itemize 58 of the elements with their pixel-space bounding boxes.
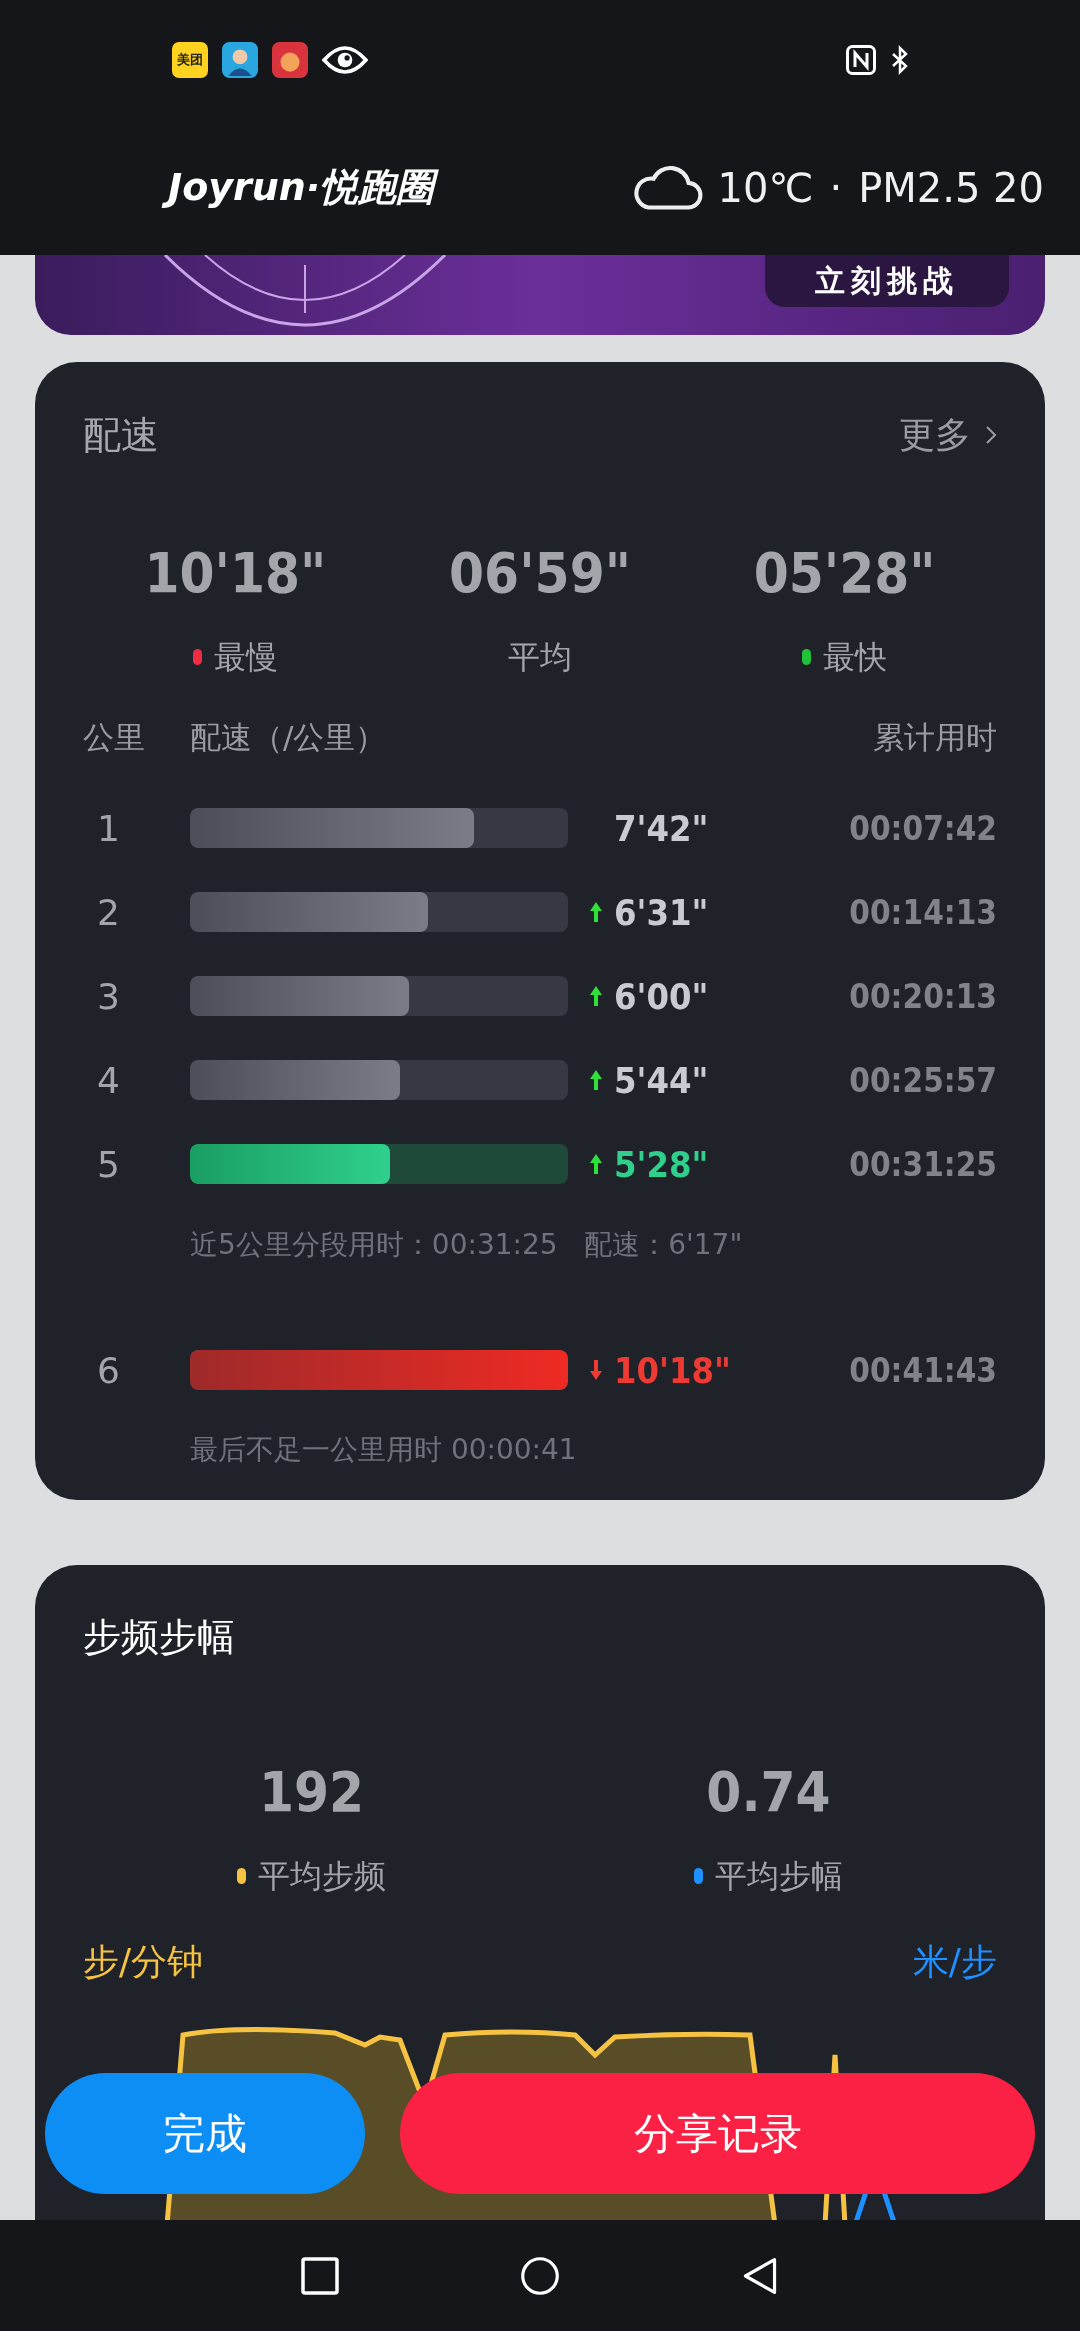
- cumulative-time: 00:25:57: [849, 1060, 997, 1100]
- pace-value: 06'59": [449, 542, 631, 604]
- cumulative-time: 00:31:25: [849, 1144, 997, 1184]
- stat-value: 192: [258, 1761, 365, 1823]
- cumulative-time: 00:20:13: [849, 976, 997, 1016]
- bluetooth-icon: [890, 45, 910, 75]
- km-number: 2: [96, 891, 121, 933]
- nfc-icon: [846, 45, 876, 75]
- chevron-icon: [985, 424, 997, 446]
- pace-label: 最快: [823, 637, 888, 678]
- done-button[interactable]: 完成: [45, 2073, 365, 2194]
- share-button[interactable]: 分享记录: [400, 2073, 1035, 2194]
- stat-label: 平均步频: [258, 1856, 386, 1897]
- pace-value: 5'44": [614, 1059, 709, 1101]
- axis-unit: 步/分钟: [83, 1940, 204, 1984]
- column-header: 累计用时: [873, 718, 997, 757]
- pace-label: 平均: [508, 637, 572, 678]
- pace-value: 6'31": [614, 891, 709, 933]
- app-notification-icon: 美团: [172, 42, 208, 78]
- pace-value: 7'42": [614, 807, 709, 849]
- down-arrow-icon: [589, 1359, 603, 1381]
- eye-icon: [322, 44, 368, 76]
- cumulative-time: 00:07:42: [849, 808, 997, 848]
- up-arrow-icon: [589, 1153, 603, 1175]
- app-notification-icon: [222, 42, 258, 78]
- up-arrow-icon: [589, 1069, 603, 1091]
- challenge-button[interactable]: 立刻挑战: [765, 255, 1009, 307]
- separator-dot: ·: [829, 164, 843, 211]
- pace-value: 10'18": [144, 542, 327, 604]
- column-header: 公里: [83, 718, 146, 757]
- axis-unit: 米/步: [912, 1940, 997, 1984]
- split-note: 最后不足一公里用时 00:00:41: [189, 1432, 578, 1468]
- app-notification-icon: [272, 42, 308, 78]
- pace-value: 6'00": [614, 975, 709, 1017]
- pace-value: 5'28": [614, 1143, 709, 1185]
- air-quality-text: PM2.5 20: [858, 164, 1044, 211]
- pace-value: 10'18": [614, 1349, 731, 1391]
- more-link[interactable]: 更多: [899, 410, 997, 460]
- up-arrow-icon: [589, 985, 603, 1007]
- pace-label: 最慢: [213, 637, 278, 678]
- km-number: 5: [96, 1143, 121, 1185]
- card-title: 步频步幅: [83, 1613, 235, 1661]
- split-note: 近5公里分段用时：00:31:25 配速：6'17": [189, 1227, 744, 1263]
- home-button-icon[interactable]: [520, 2255, 560, 2296]
- km-number: 3: [96, 975, 121, 1017]
- recents-button-icon[interactable]: [300, 2255, 340, 2296]
- stat-label: 平均步幅: [715, 1856, 843, 1897]
- temperature-text: 10℃: [717, 164, 814, 211]
- km-number: 1: [96, 807, 121, 849]
- cumulative-time: 00:14:13: [849, 892, 997, 932]
- card-title: 配速: [83, 411, 159, 459]
- km-number: 6: [96, 1349, 121, 1391]
- km-number: 4: [96, 1059, 121, 1101]
- stat-value: 0.74: [706, 1761, 831, 1823]
- up-arrow-icon: [589, 901, 603, 923]
- column-header: 配速（/公里）: [190, 718, 388, 757]
- pace-value: 05'28": [753, 542, 936, 604]
- cumulative-time: 00:41:43: [849, 1350, 997, 1390]
